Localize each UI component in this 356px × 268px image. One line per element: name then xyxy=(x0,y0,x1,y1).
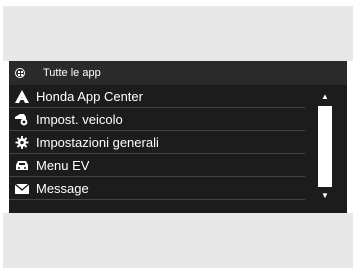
app-list-header: Tutte le app xyxy=(9,61,347,85)
scroll-up-icon: ▲ xyxy=(321,92,329,101)
vehicle-settings-icon xyxy=(15,113,29,126)
apps-grid-icon[interactable] xyxy=(15,68,25,78)
device-bezel-top xyxy=(3,6,353,61)
scroll-down-button[interactable]: ▼ xyxy=(318,187,332,205)
list-item-message[interactable]: Message xyxy=(9,177,305,200)
ev-car-icon xyxy=(15,159,29,172)
scroll-thumb[interactable] xyxy=(320,131,330,149)
list-item-label: Impostazioni generali xyxy=(36,135,159,150)
gear-icon xyxy=(15,136,29,149)
scroll-down-icon: ▼ xyxy=(321,191,329,200)
list-item-vehicle-settings[interactable]: Impost. veicolo xyxy=(9,108,305,131)
scroll-up-button[interactable]: ▲ xyxy=(318,88,332,106)
list-item-label: Menu EV xyxy=(36,158,90,173)
device-bezel-bottom xyxy=(3,213,353,268)
list-item-label: Honda App Center xyxy=(36,89,143,104)
list-item-menu-ev[interactable]: Menu EV xyxy=(9,154,305,177)
envelope-icon xyxy=(14,182,30,195)
list-item-label: Message xyxy=(36,181,89,196)
list-item-label: Impost. veicolo xyxy=(36,112,123,127)
scroll-track[interactable] xyxy=(320,106,330,187)
list-item-general-settings[interactable]: Impostazioni generali xyxy=(9,131,305,154)
scrollbar[interactable]: ▲ ▼ xyxy=(318,88,332,205)
header-title: Tutte le app xyxy=(43,67,101,79)
app-list: Honda App Center Impost. veicolo Imposta… xyxy=(9,85,305,201)
list-item-honda-app-center[interactable]: Honda App Center xyxy=(9,85,305,108)
infotainment-screen: Tutte le app Honda App Center Impost. ve… xyxy=(9,61,347,213)
honda-app-center-icon xyxy=(15,90,29,103)
